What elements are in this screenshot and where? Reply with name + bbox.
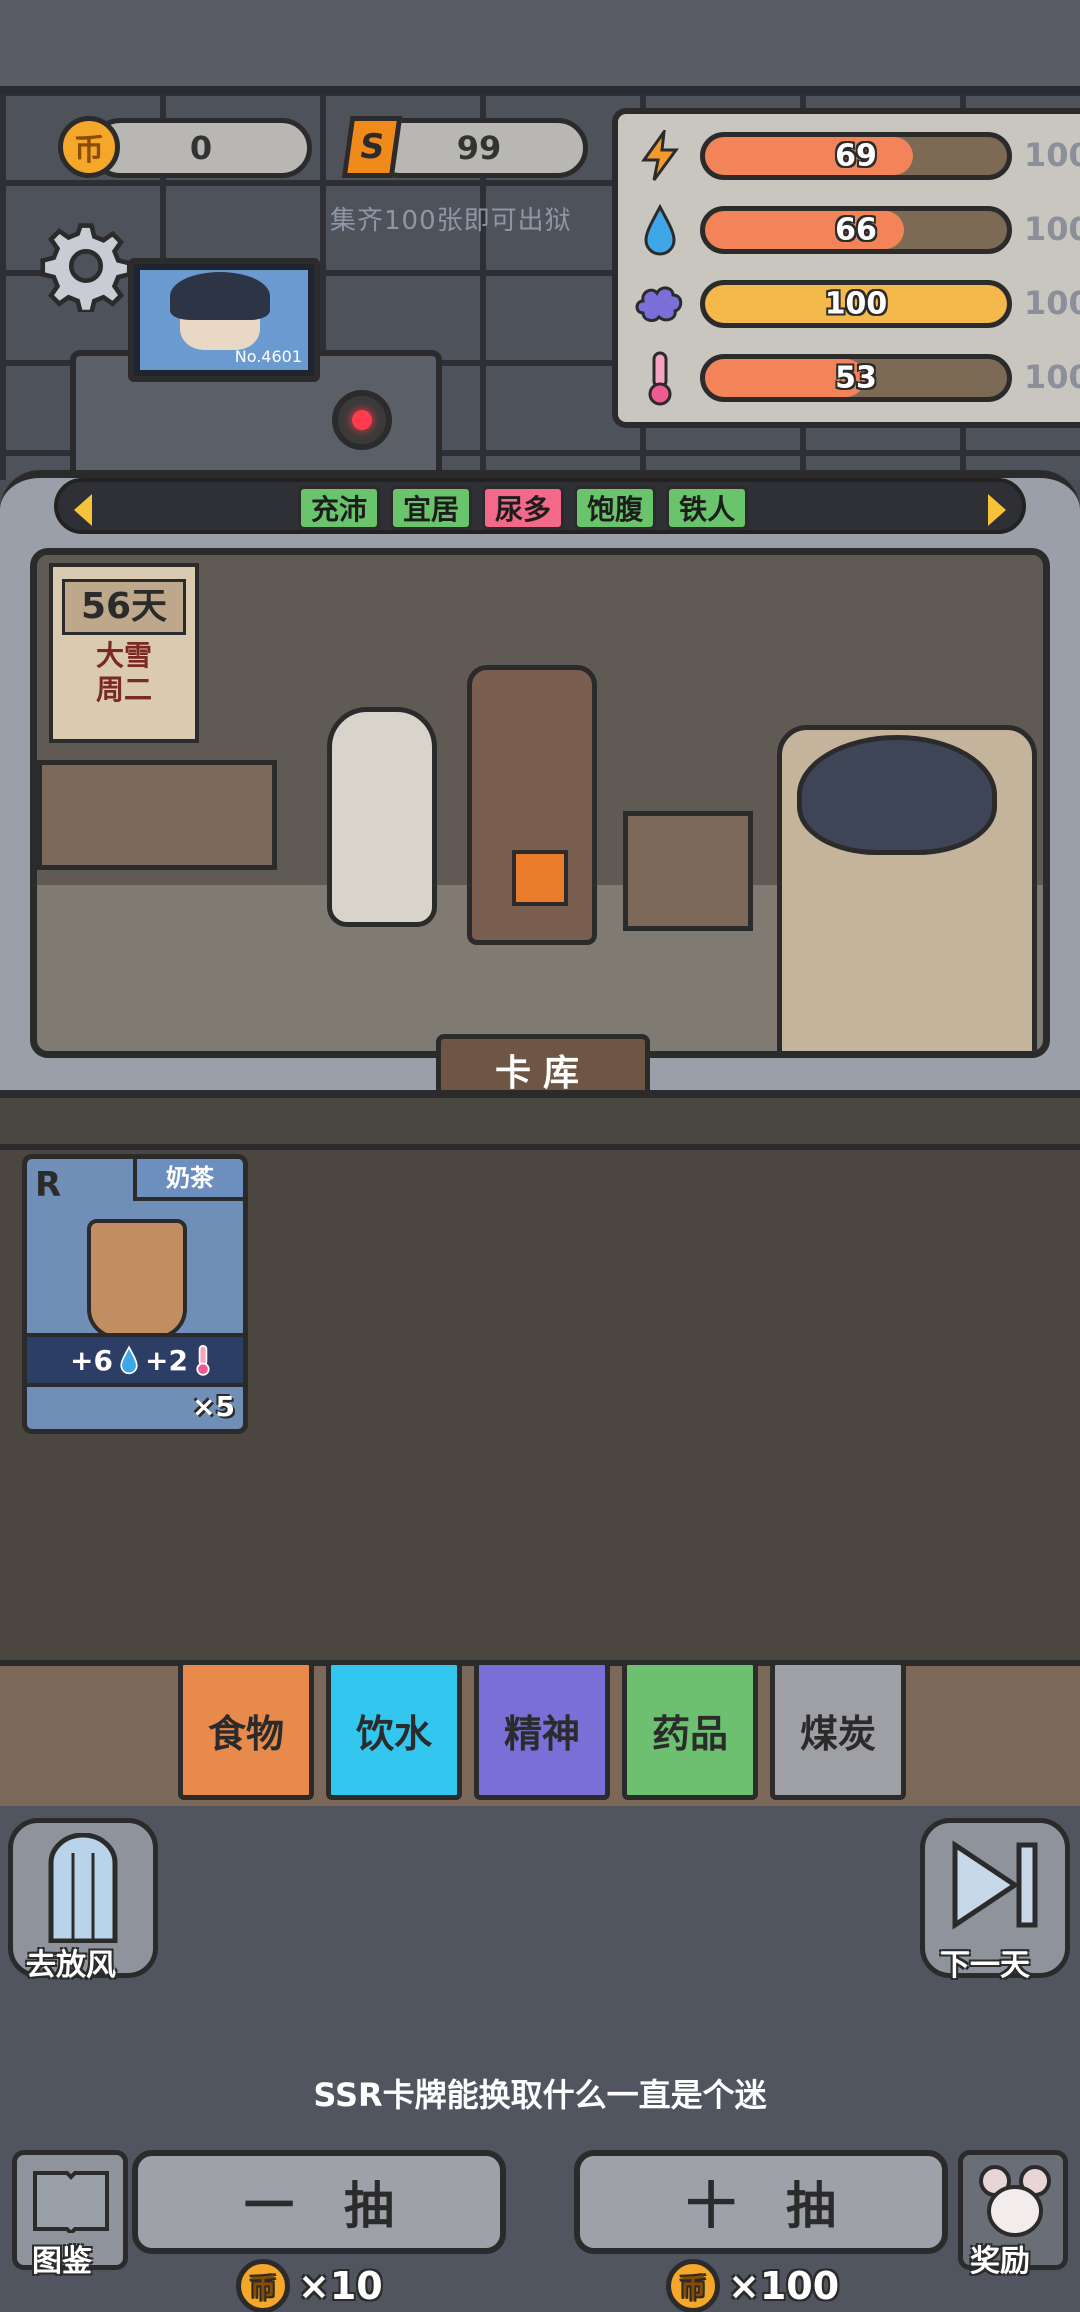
escape-hint: 集齐100张即可出狱 — [330, 206, 572, 236]
energy-icon — [632, 128, 688, 184]
temperature-value: 53 — [835, 360, 877, 396]
prisoner-id: No.4601 — [234, 347, 302, 366]
coin-icon: 币 — [58, 116, 120, 178]
tag-item[interactable]: 铁人 — [666, 486, 749, 530]
milk-tea-icon — [87, 1219, 187, 1339]
settings-gear-icon[interactable] — [40, 220, 132, 312]
game-screen: 0 币 99 S 集齐100张即可出狱 No.4601 69 100 66 10… — [0, 0, 1080, 2312]
stove-fire — [512, 850, 568, 906]
reward-label: 奖励 — [970, 2244, 1030, 2279]
energy-bar: 69 — [700, 132, 1012, 180]
coin-value: 0 — [189, 129, 213, 167]
stat-temperature: 53 100 — [632, 346, 1080, 410]
tag-item[interactable]: 饱腹 — [574, 486, 657, 530]
wooden-table — [37, 760, 277, 870]
trait-tag-bar: 充沛 宜居 尿多 饱腹 铁人 — [54, 478, 1026, 534]
single-draw-cost-value: ×10 — [298, 2264, 383, 2308]
category-medicine[interactable]: 药品 — [622, 1660, 758, 1800]
brain-icon — [632, 276, 688, 332]
temperature-bar: 53 — [700, 354, 1012, 402]
thermometer-icon — [632, 350, 688, 406]
calendar-poster: 56天 大雪 周二 — [49, 563, 199, 743]
calendar-weather: 大雪 — [95, 639, 152, 672]
ten-draw-cost-value: ×100 — [728, 2264, 840, 2308]
mind-value: 100 — [824, 286, 888, 322]
calendar-day: 56天 — [62, 579, 186, 635]
category-water[interactable]: 饮水 — [326, 1660, 462, 1800]
tag-item[interactable]: 宜居 — [390, 486, 473, 530]
water-drop-icon — [120, 1345, 138, 1375]
water-bar: 66 — [700, 206, 1012, 254]
coin-icon: 币 — [666, 2259, 720, 2312]
skip-forward-icon — [952, 1840, 1038, 1930]
ten-draw-button[interactable]: 十抽 — [574, 2150, 948, 2254]
prisoner-hair — [170, 272, 270, 320]
ticket-icon: S — [341, 116, 403, 178]
thermometer-small-icon — [196, 1344, 210, 1376]
tags-next-arrow-icon[interactable] — [988, 494, 1006, 526]
toilet[interactable] — [327, 707, 437, 927]
tag-item[interactable]: 尿多 — [482, 486, 565, 530]
category-coal[interactable]: 煤炭 — [770, 1660, 906, 1800]
camera-light-icon — [332, 390, 392, 450]
cell-room-scene: 56天 大雪 周二 — [30, 548, 1050, 1058]
coin-icon: 币 — [236, 2259, 290, 2312]
book-icon — [33, 2171, 109, 2233]
tag-item[interactable]: 充沛 — [298, 486, 381, 530]
stat-energy: 69 100 — [632, 124, 1080, 188]
card-count: ×5 — [192, 1390, 235, 1423]
energy-value: 69 — [835, 138, 877, 174]
water-icon — [632, 202, 688, 258]
ceiling-pipe — [0, 0, 1080, 94]
calendar-weekday: 周二 — [95, 673, 152, 706]
card-rarity: R — [35, 1165, 62, 1205]
stat-water: 66 100 — [632, 198, 1080, 262]
effect-water-value: +6 — [70, 1343, 113, 1377]
ticket-counter: 99 — [370, 118, 588, 178]
effect-temp-value: +2 — [145, 1343, 188, 1377]
next-day-label: 下一天 — [940, 1948, 1030, 1983]
door-icon — [48, 1833, 118, 1943]
category-food[interactable]: 食物 — [178, 1660, 314, 1800]
temperature-max: 100 — [1024, 358, 1080, 396]
tags-prev-arrow-icon[interactable] — [74, 494, 92, 526]
card-milk-tea[interactable]: R 奶茶 +6 +2 ×5 — [22, 1154, 248, 1434]
mouse-icon — [979, 2165, 1051, 2237]
water-max: 100 — [1024, 210, 1080, 248]
tip-text: SSR卡牌能换取什么一直是个迷 — [313, 2076, 767, 2114]
mind-max: 100 — [1024, 284, 1080, 322]
coal-stove[interactable] — [467, 665, 597, 945]
single-draw-cost: 币 ×10 — [236, 2256, 383, 2312]
mind-bar: 100 — [700, 280, 1012, 328]
ticket-value: 99 — [456, 129, 502, 167]
energy-max: 100 — [1024, 136, 1080, 174]
wooden-stool — [623, 811, 753, 931]
stat-mind: 100 100 — [632, 272, 1080, 336]
single-draw-button[interactable]: 一抽 — [132, 2150, 506, 2254]
card-effects: +6 +2 — [27, 1333, 243, 1387]
card-name: 奶茶 — [133, 1159, 243, 1201]
album-label: 图鉴 — [32, 2244, 92, 2279]
water-value: 66 — [835, 212, 877, 248]
coin-counter: 0 — [90, 118, 312, 178]
ten-draw-cost: 币 ×100 — [666, 2256, 839, 2312]
stats-panel: 69 100 66 100 100 100 53 100 — [612, 108, 1080, 428]
go-outside-label: 去放风 — [26, 1948, 116, 1983]
category-mind[interactable]: 精神 — [474, 1660, 610, 1800]
sleeping-prisoner — [797, 735, 997, 855]
prisoner-monitor: No.4601 — [128, 258, 320, 382]
